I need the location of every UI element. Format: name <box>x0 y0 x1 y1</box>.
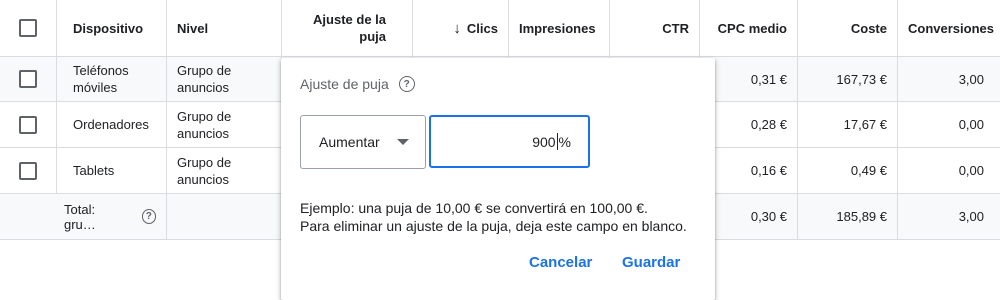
level-line1: Grupo de <box>177 63 232 78</box>
popup-title: Ajuste de puja ? <box>300 76 415 92</box>
cancel-button[interactable]: Cancelar <box>529 254 592 271</box>
adjustment-percent-input[interactable]: 900% <box>429 115 590 168</box>
select-all-checkbox[interactable] <box>19 19 37 37</box>
row-select-cell <box>0 57 57 101</box>
caret-down-icon <box>397 139 409 145</box>
help-circle-icon[interactable]: ? <box>398 76 415 92</box>
example-line1: Ejemplo: una puja de 10,00 € se converti… <box>300 200 648 216</box>
cost-cell: 17,67 € <box>798 102 898 147</box>
conversions-cell: 0,00 <box>958 163 984 178</box>
example-text: Ejemplo: una puja de 10,00 € se converti… <box>300 199 687 235</box>
device-name-line1: Teléfonos <box>73 63 129 78</box>
header-clicks[interactable]: ↓ Clics <box>413 0 509 56</box>
percent-unit: % <box>558 133 571 150</box>
cost-cell: 167,73 € <box>798 57 898 101</box>
device-cell: Ordenadores <box>57 102 167 147</box>
level-line2: anuncios <box>177 125 230 141</box>
header-bid-adjustment[interactable]: Ajuste de la puja <box>282 0 413 56</box>
device-cell: Teléfonos móviles <box>57 57 167 101</box>
example-line2: Para eliminar un ajuste de la puja, deja… <box>300 218 687 234</box>
row-checkbox[interactable] <box>19 161 37 180</box>
header-bid-adjustment-line1: Ajuste de la <box>313 12 386 27</box>
header-device[interactable]: Dispositivo <box>57 0 167 56</box>
adjustment-mode-value: Aumentar <box>319 134 380 150</box>
level-line2: anuncios <box>177 171 230 187</box>
help-circle-icon[interactable]: ? <box>141 209 156 224</box>
header-avg-cpc[interactable]: CPC medio <box>700 0 798 56</box>
header-select-all-cell <box>0 0 57 56</box>
save-button[interactable]: Guardar <box>622 254 680 271</box>
total-label: Total: gru… <box>64 201 96 232</box>
conversions-cell: 3,00 <box>958 71 984 87</box>
header-conversions[interactable]: Conversiones <box>898 0 1000 56</box>
device-name-line2: móviles <box>73 80 118 95</box>
table-header-row: Dispositivo Nivel Ajuste de la puja ↓ Cl… <box>0 0 1000 57</box>
total-level-cell <box>167 194 282 239</box>
row-checkbox[interactable] <box>19 115 37 134</box>
device-cell: Tablets <box>57 148 167 193</box>
total-cost-cell: 185,89 € <box>798 194 898 239</box>
header-level[interactable]: Nivel <box>167 0 282 56</box>
bid-adjustment-popup: Ajuste de puja ? Aumentar 900% Ejemplo: … <box>281 58 715 300</box>
header-impressions[interactable]: Impresiones <box>509 0 610 56</box>
arrow-down-icon: ↓ <box>453 19 461 37</box>
header-cost[interactable]: Coste <box>798 0 898 56</box>
level-cell: Grupo de anuncios <box>167 148 282 193</box>
text-cursor <box>556 133 558 150</box>
conversions-cell: 0,00 <box>958 117 984 132</box>
popup-title-text: Ajuste de puja <box>300 76 389 92</box>
total-label-cell: Total: gru… ? <box>0 194 167 239</box>
cost-cell: 0,49 € <box>798 148 898 193</box>
adjustment-percent-value: 900 <box>532 133 556 150</box>
header-clicks-label: Clics <box>466 20 498 36</box>
row-select-cell <box>0 102 57 147</box>
row-select-cell <box>0 148 57 193</box>
level-line1: Grupo de <box>177 108 232 124</box>
header-ctr[interactable]: CTR <box>610 0 700 56</box>
level-cell: Grupo de anuncios <box>167 57 282 101</box>
level-line2: anuncios <box>177 80 230 95</box>
header-bid-adjustment-line2: puja <box>359 29 386 44</box>
row-checkbox[interactable] <box>19 70 37 88</box>
level-cell: Grupo de anuncios <box>167 102 282 147</box>
level-line1: Grupo de <box>177 154 232 170</box>
adjustment-mode-select[interactable]: Aumentar <box>300 115 426 169</box>
total-conversions-cell: 3,00 <box>958 209 984 224</box>
